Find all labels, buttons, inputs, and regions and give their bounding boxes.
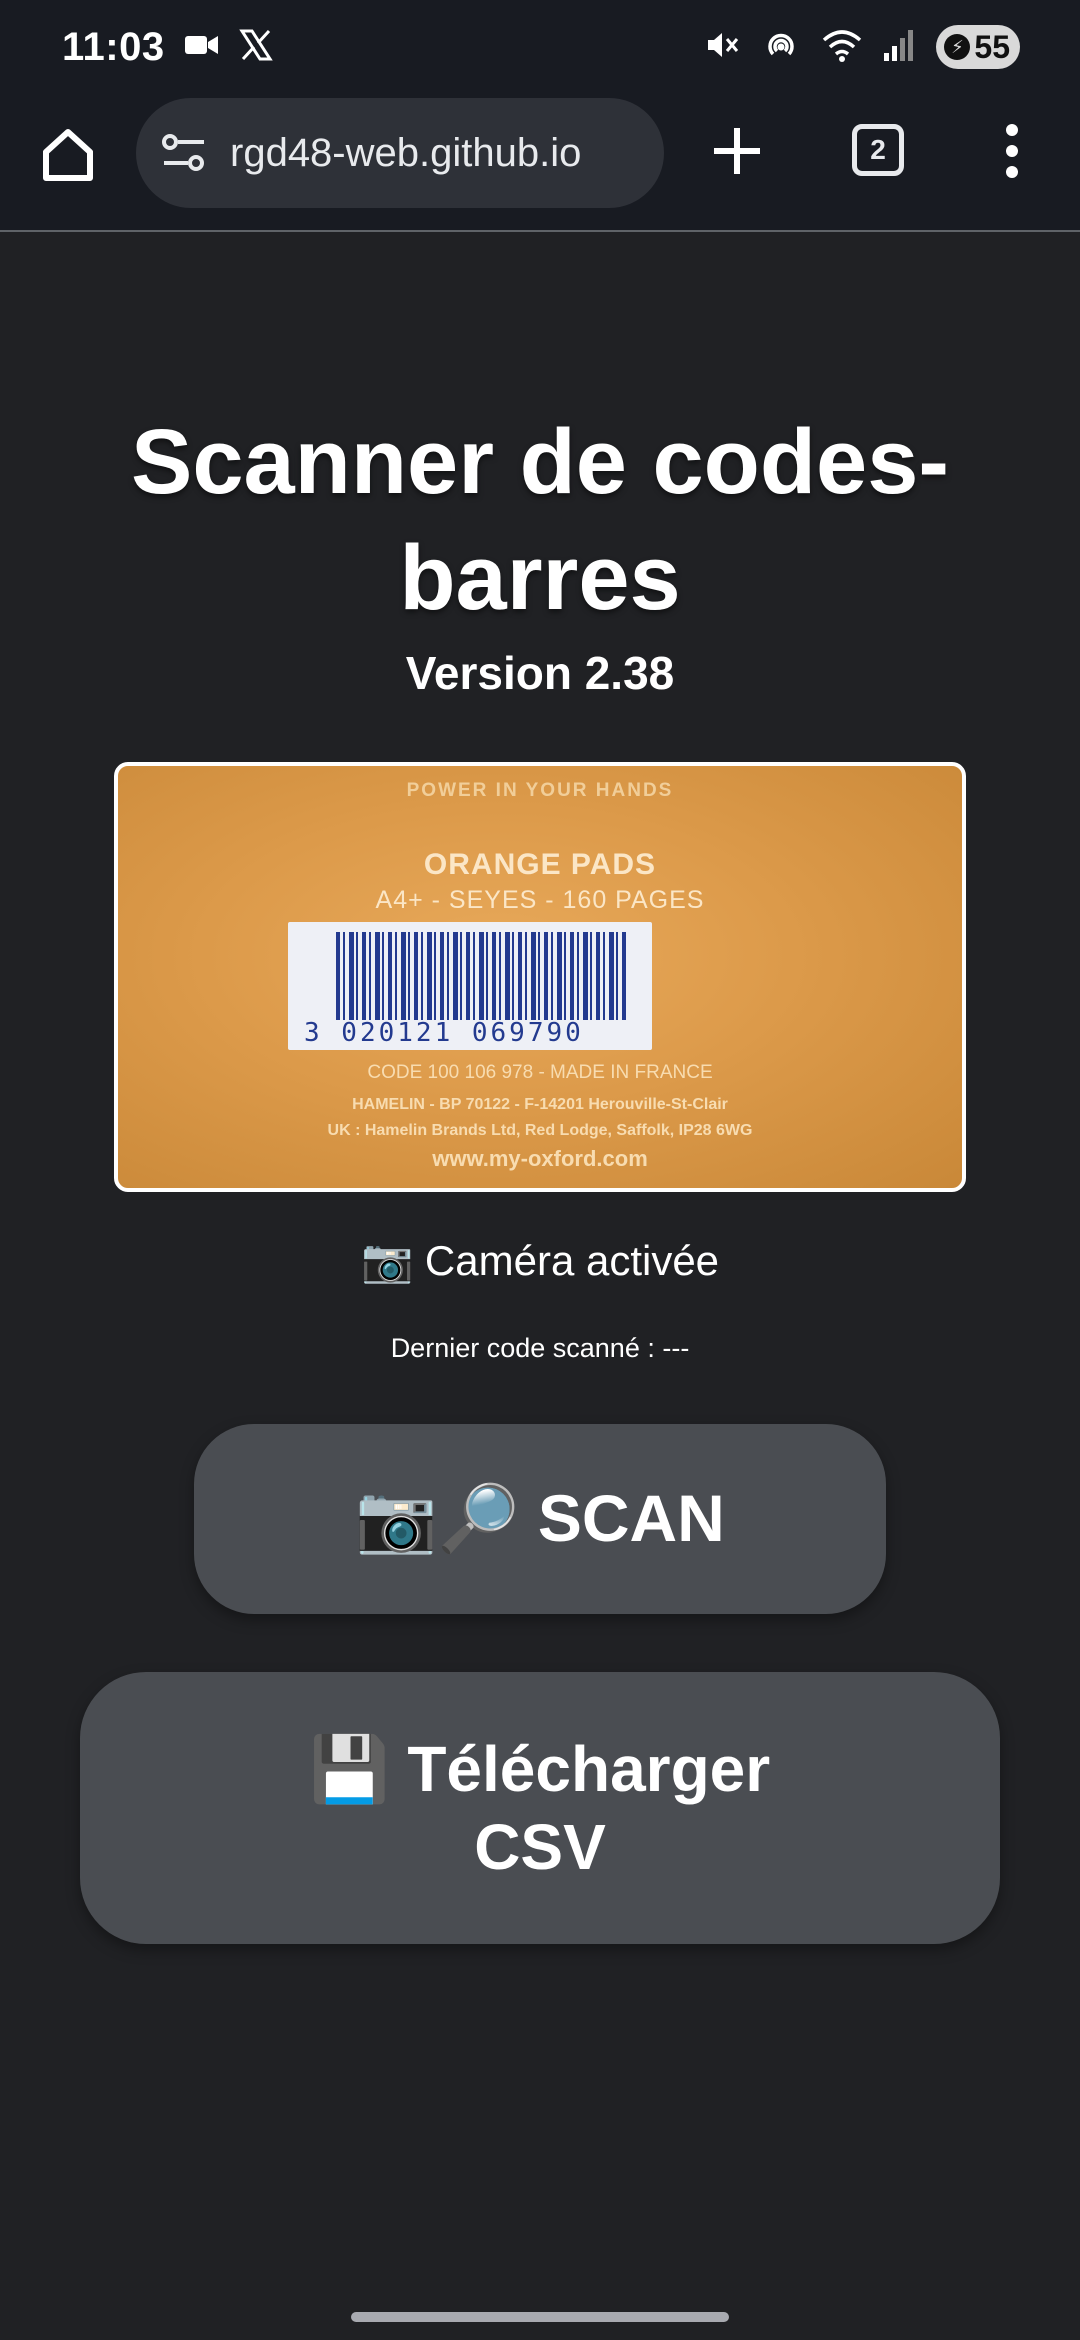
web-page: Scanner de codes-barres Version 2.38 POW…	[0, 234, 1080, 2340]
mute-icon	[704, 27, 740, 68]
version-label: Version 2.38	[405, 647, 675, 699]
video-camera-icon	[184, 33, 219, 62]
barcode-image: 3 020121 069790	[288, 922, 652, 1050]
address-bar[interactable]: rgd48-web.github.io	[136, 98, 664, 208]
status-bar: 11:03 ⚡ 55	[0, 0, 1080, 94]
gesture-home-indicator[interactable]	[351, 2312, 729, 2322]
scan-button-label: 📷🔎 SCAN	[355, 1481, 725, 1555]
tab-count: 2	[870, 134, 886, 165]
status-right: ⚡ 55	[704, 25, 1020, 69]
preview-code-line: CODE 100 106 978 - MADE IN FRANCE	[367, 1062, 713, 1083]
url-text[interactable]: rgd48-web.github.io	[230, 131, 648, 176]
preview-product-sub: A4+ - SEYES - 160 PAGES	[375, 886, 705, 914]
status-left: 11:03	[62, 25, 273, 70]
last-scanned-code: Dernier code scanné : ---	[390, 1333, 690, 1363]
barcode-digits: 3 020121 069790	[304, 1018, 584, 1048]
camera-status: 📷 Caméra activée	[360, 1237, 720, 1284]
battery-saver-icon: ⚡	[944, 34, 971, 60]
page-title: Scanner de codes-barres	[130, 411, 950, 629]
status-time: 11:03	[62, 24, 165, 69]
scan-button[interactable]: 📷🔎 SCAN	[194, 1424, 886, 1614]
preview-top-text: POWER IN YOUR HANDS	[406, 780, 674, 801]
site-settings-icon[interactable]	[158, 127, 210, 179]
preview-website: www.my-oxford.com	[432, 1146, 648, 1171]
tab-switcher-button[interactable]: 2	[852, 124, 904, 176]
preview-address-line-1: HAMELIN - BP 70122 - F-14201 Herouville-…	[352, 1096, 728, 1113]
home-button[interactable]	[36, 122, 100, 186]
plus-icon	[714, 128, 760, 174]
battery-level: 55	[974, 28, 1010, 65]
x-logo-icon	[238, 28, 273, 67]
new-tab-button[interactable]	[706, 120, 768, 182]
preview-product-name: ORANGE PADS	[423, 848, 657, 881]
barcode-bars	[336, 932, 626, 1020]
wifi-icon	[822, 28, 862, 67]
battery-indicator: ⚡ 55	[936, 25, 1020, 69]
download-csv-label: 💾 Télécharger CSV	[309, 1733, 771, 1883]
browser-menu-button[interactable]	[990, 120, 1034, 182]
more-vert-icon	[1006, 124, 1018, 178]
preview-address-line-2: UK : Hamelin Brands Ltd, Red Lodge, Saff…	[327, 1122, 753, 1139]
signal-icon	[884, 29, 914, 66]
browser-toolbar: rgd48-web.github.io 2	[0, 94, 1080, 232]
camera-preview[interactable]: POWER IN YOUR HANDS ORANGE PADS A4+ - SE…	[114, 762, 966, 1192]
download-csv-button[interactable]: 💾 Télécharger CSV	[80, 1672, 1000, 1944]
hotspot-icon	[762, 26, 800, 69]
home-icon	[43, 129, 93, 181]
